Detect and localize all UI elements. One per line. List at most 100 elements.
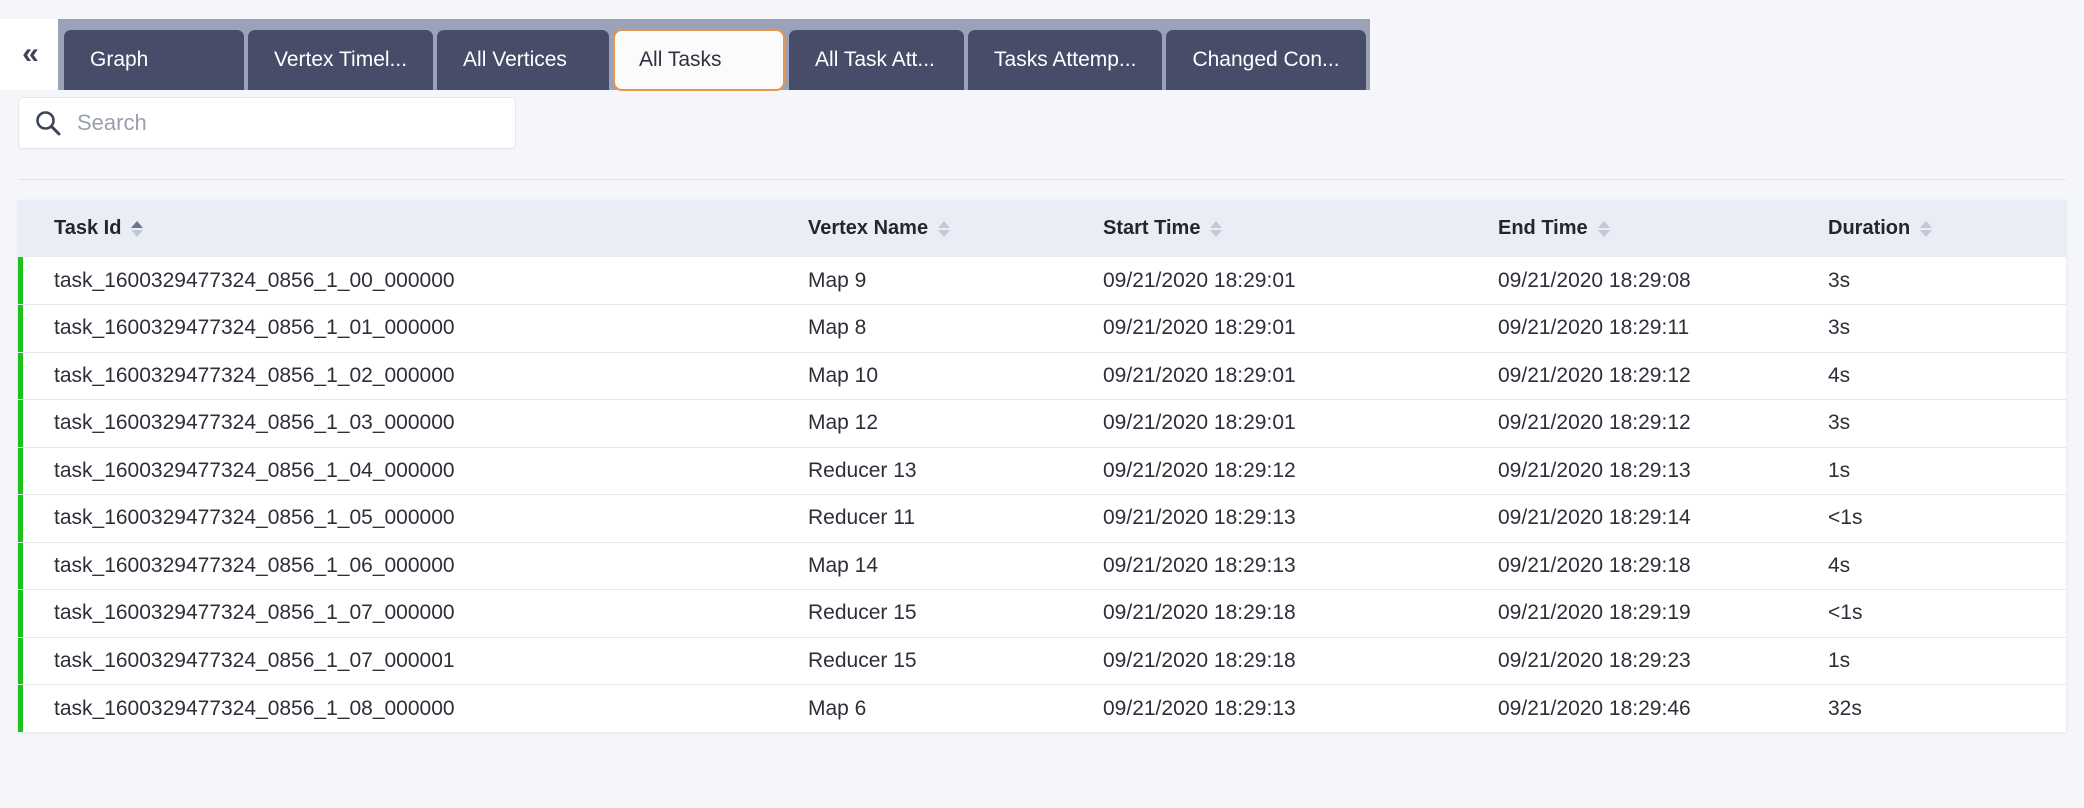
table-row[interactable]: task_1600329477324_0856_1_00_000000 Map 9…: [18, 257, 2066, 305]
table-row[interactable]: task_1600329477324_0856_1_06_000000 Map 1…: [18, 542, 2066, 590]
table-header-row: Task Id Vertex Name Start Time End Time Dura…: [18, 200, 2066, 257]
sort-descending-icon: [131, 229, 144, 237]
cell-text: task_1600329477324_0856_1_05_000000: [54, 506, 455, 530]
table-row[interactable]: task_1600329477324_0856_1_02_000000 Map 1…: [18, 352, 2066, 400]
task-status-indicator: [18, 400, 23, 447]
cell-duration: 3s: [1828, 257, 2066, 305]
cell-duration: 1s: [1828, 447, 2066, 495]
cell-vertex-name: Map 14: [808, 542, 1103, 590]
table-row[interactable]: task_1600329477324_0856_1_01_000000 Map 8…: [18, 304, 2066, 353]
table-body: task_1600329477324_0856_1_00_000000 Map 9…: [18, 257, 2066, 732]
cell-end-time: 09/21/2020 18:29:18: [1498, 542, 1828, 590]
sort-ascending-icon: [131, 220, 144, 228]
cell-task-id: task_1600329477324_0856_1_04_000000: [18, 447, 808, 495]
cell-text: task_1600329477324_0856_1_00_000000: [54, 268, 455, 292]
column-header-inner: Task Id: [54, 217, 144, 240]
collapse-sidebar-button[interactable]: «: [0, 19, 58, 90]
task-status-indicator: [18, 542, 23, 589]
cell-text: task_1600329477324_0856_1_04_000000: [54, 458, 455, 482]
table-row[interactable]: task_1600329477324_0856_1_07_000000 Reduc…: [18, 589, 2066, 638]
sort-ascending-icon: [938, 220, 951, 228]
cell-task-id: task_1600329477324_0856_1_05_000000: [18, 494, 808, 543]
tab-graph[interactable]: Graph: [64, 30, 244, 90]
cell-end-time: 09/21/2020 18:29:11: [1498, 304, 1828, 353]
cell-start-time: 09/21/2020 18:29:12: [1103, 447, 1498, 495]
sort-toggle-icon[interactable]: [1210, 220, 1223, 237]
cell-duration: 4s: [1828, 542, 2066, 590]
sort-descending-icon: [1210, 229, 1223, 237]
sort-toggle-icon[interactable]: [1597, 220, 1610, 237]
column-header-inner: End Time: [1498, 217, 1610, 240]
tab-changed-con[interactable]: Changed Con...: [1166, 30, 1366, 90]
cell-vertex-name: Map 8: [808, 304, 1103, 353]
column-header-inner: Duration: [1828, 217, 1933, 240]
cell-start-time: 09/21/2020 18:29:13: [1103, 684, 1498, 732]
column-header-inner: Start Time: [1103, 217, 1223, 240]
task-status-indicator: [18, 447, 23, 494]
cell-end-time: 09/21/2020 18:29:19: [1498, 589, 1828, 638]
column-header-label: End Time: [1498, 217, 1588, 239]
cell-task-id: task_1600329477324_0856_1_03_000000: [18, 399, 808, 448]
column-header-task-id[interactable]: Task Id: [18, 200, 808, 257]
task-status-indicator: [18, 637, 23, 684]
table-row[interactable]: task_1600329477324_0856_1_08_000000 Map 6…: [18, 684, 2066, 732]
table-row[interactable]: task_1600329477324_0856_1_03_000000 Map 1…: [18, 399, 2066, 448]
cell-duration: 32s: [1828, 684, 2066, 732]
column-header-label: Vertex Name: [808, 217, 929, 239]
cell-start-time: 09/21/2020 18:29:18: [1103, 637, 1498, 685]
column-header-vertex-name[interactable]: Vertex Name: [808, 200, 1103, 257]
column-header-end-time[interactable]: End Time: [1498, 200, 1828, 257]
search-box[interactable]: [18, 97, 516, 149]
cell-start-time: 09/21/2020 18:29:13: [1103, 494, 1498, 543]
cell-task-id: task_1600329477324_0856_1_07_000000: [18, 589, 808, 638]
sort-toggle-icon[interactable]: [131, 220, 144, 237]
task-status-indicator: [18, 305, 23, 352]
cell-vertex-name: Reducer 15: [808, 589, 1103, 638]
tab-vertex-timel[interactable]: Vertex Timel...: [248, 30, 434, 90]
tab-strip: « Graph Vertex Timel... All Vertices All Ta…: [0, 19, 1370, 91]
cell-text: task_1600329477324_0856_1_03_000000: [54, 411, 455, 435]
cell-vertex-name: Reducer 13: [808, 447, 1103, 495]
cell-vertex-name: Reducer 15: [808, 637, 1103, 685]
table-row[interactable]: task_1600329477324_0856_1_07_000001 Reduc…: [18, 637, 2066, 685]
tasks-table: Task Id Vertex Name Start Time End Time Dura…: [18, 200, 2066, 732]
column-header-start-time[interactable]: Start Time: [1103, 200, 1498, 257]
cell-duration: 4s: [1828, 352, 2066, 400]
tab-all-tasks[interactable]: All Tasks: [613, 29, 786, 91]
cell-end-time: 09/21/2020 18:29:08: [1498, 257, 1828, 305]
cell-start-time: 09/21/2020 18:29:01: [1103, 257, 1498, 305]
sort-ascending-icon: [1597, 220, 1610, 228]
cell-text: task_1600329477324_0856_1_06_000000: [54, 553, 455, 577]
sort-toggle-icon[interactable]: [938, 220, 951, 237]
cell-duration: 1s: [1828, 637, 2066, 685]
cell-start-time: 09/21/2020 18:29:18: [1103, 589, 1498, 638]
sort-descending-icon: [938, 229, 951, 237]
sort-descending-icon: [1597, 229, 1610, 237]
cell-end-time: 09/21/2020 18:29:23: [1498, 637, 1828, 685]
cell-task-id: task_1600329477324_0856_1_00_000000: [18, 257, 808, 305]
tab-all-vertices[interactable]: All Vertices: [437, 30, 610, 90]
cell-duration: <1s: [1828, 494, 2066, 543]
cell-start-time: 09/21/2020 18:29:01: [1103, 399, 1498, 448]
sort-toggle-icon[interactable]: [1920, 220, 1933, 237]
table-row[interactable]: task_1600329477324_0856_1_05_000000 Reduc…: [18, 494, 2066, 543]
search-input[interactable]: [75, 109, 501, 137]
cell-vertex-name: Map 6: [808, 684, 1103, 732]
cell-end-time: 09/21/2020 18:29:14: [1498, 494, 1828, 543]
tab-all-task-att[interactable]: All Task Att...: [789, 30, 965, 90]
search-icon: [33, 108, 63, 138]
tab-tasks-attemp[interactable]: Tasks Attemp...: [968, 30, 1163, 90]
cell-start-time: 09/21/2020 18:29:01: [1103, 304, 1498, 353]
column-header-inner: Vertex Name: [808, 217, 951, 240]
cell-duration: 3s: [1828, 399, 2066, 448]
cell-text: task_1600329477324_0856_1_07_000000: [54, 601, 455, 625]
column-header-duration[interactable]: Duration: [1828, 200, 2066, 257]
tab-bar: « Graph Vertex Timel... All Vertices All Ta…: [0, 0, 2084, 91]
sort-ascending-icon: [1920, 220, 1933, 228]
cell-end-time: 09/21/2020 18:29:13: [1498, 447, 1828, 495]
table-row[interactable]: task_1600329477324_0856_1_04_000000 Reduc…: [18, 447, 2066, 495]
cell-task-id: task_1600329477324_0856_1_07_000001: [18, 637, 808, 685]
cell-start-time: 09/21/2020 18:29:01: [1103, 352, 1498, 400]
cell-vertex-name: Map 12: [808, 399, 1103, 448]
tasks-table-container: Task Id Vertex Name Start Time End Time Dura…: [18, 200, 2066, 732]
